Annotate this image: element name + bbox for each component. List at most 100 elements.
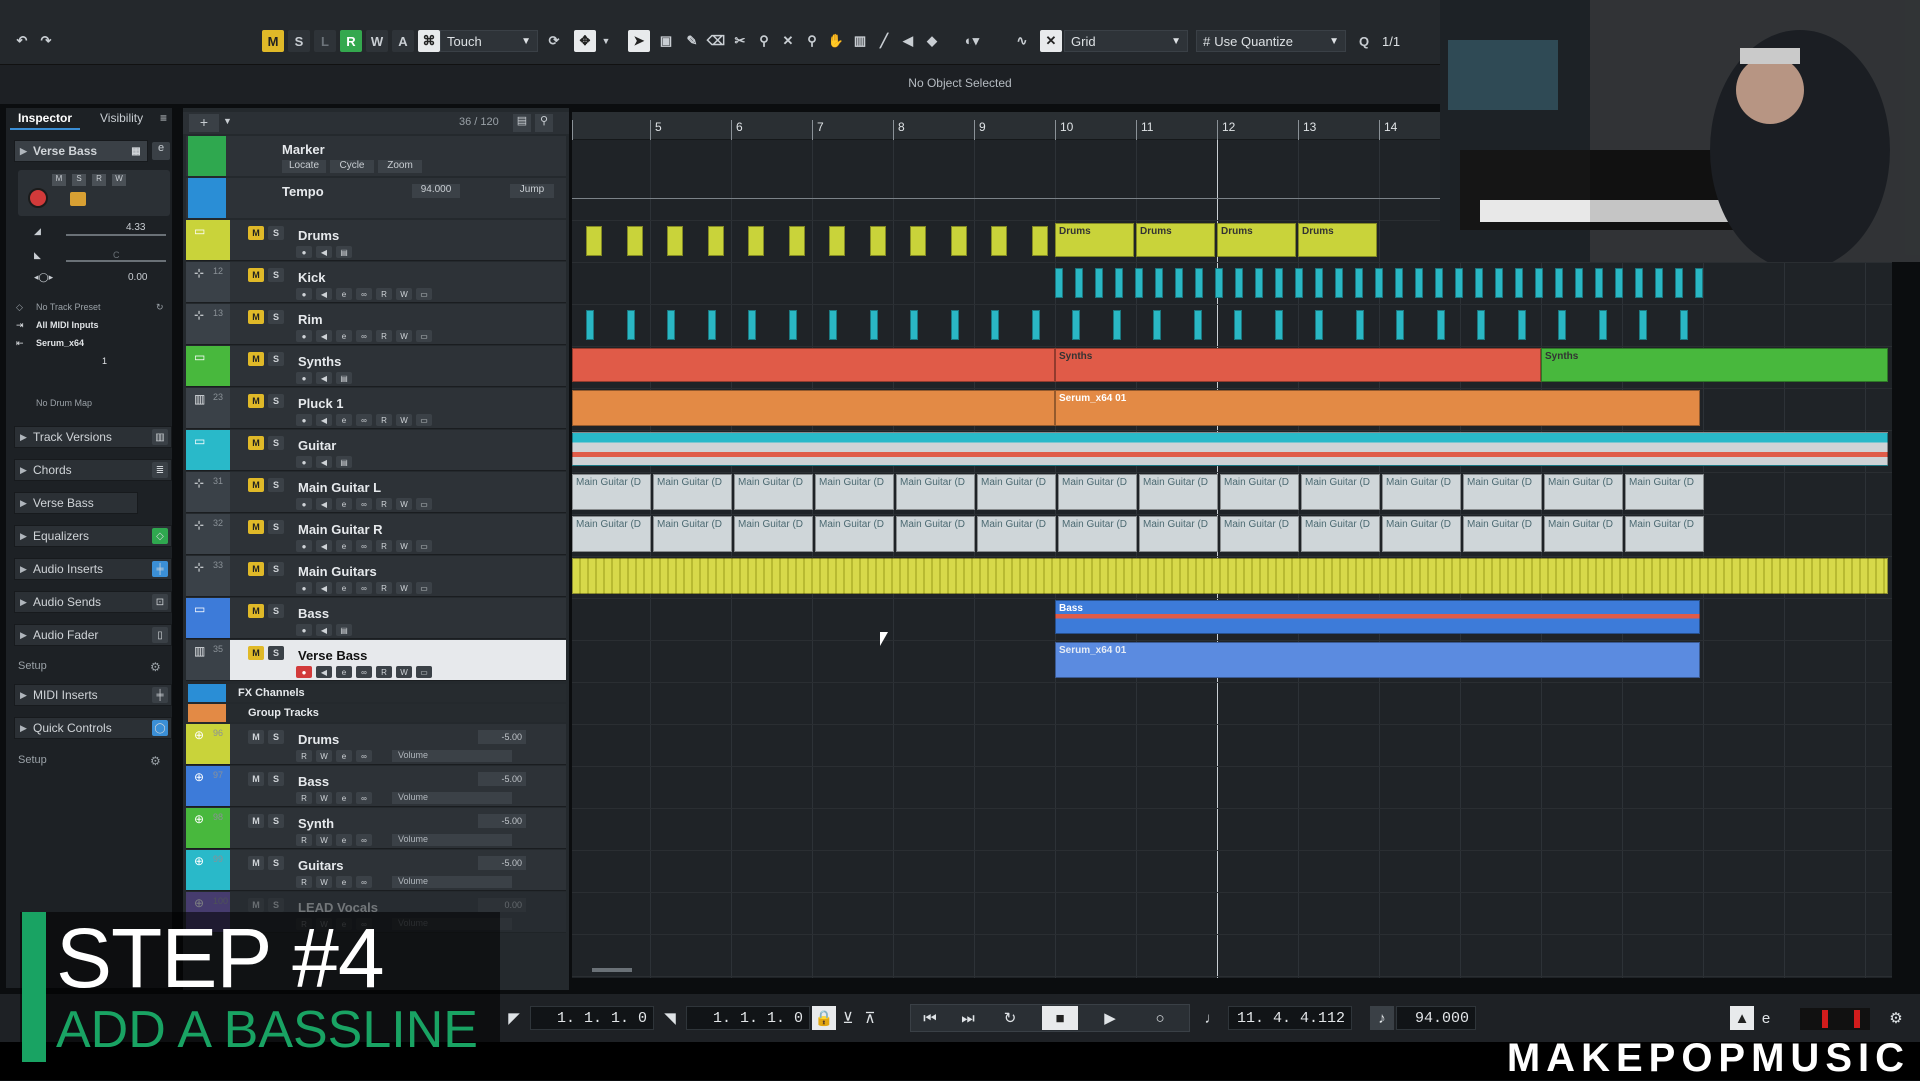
go-to-start-icon[interactable]: ⏮ <box>912 1006 948 1030</box>
link-icon[interactable]: ∞ <box>356 498 372 510</box>
group-track-row[interactable]: ⊕ 97 M S Bass -5.00 R We ∞ Volume <box>186 766 566 807</box>
redo-icon[interactable]: ↷ <box>36 30 56 52</box>
record-enable-button[interactable]: ● <box>296 330 312 342</box>
rim-event[interactable] <box>1153 310 1161 340</box>
write-button[interactable]: W <box>396 582 412 594</box>
monitor-button[interactable]: ◀ <box>316 540 332 552</box>
automation-state-button[interactable]: A <box>392 30 414 52</box>
lanes-icon[interactable]: ▭ <box>416 540 432 552</box>
volume-value[interactable]: -5.00 <box>478 772 526 786</box>
midi-channel[interactable]: 1 <box>102 356 107 366</box>
record-enable-button[interactable]: ● <box>296 540 312 552</box>
solo-button[interactable]: S <box>268 814 284 828</box>
link-icon[interactable]: ∞ <box>356 834 372 846</box>
read-button[interactable]: R <box>92 174 106 186</box>
read-button[interactable]: R <box>376 582 392 594</box>
synth-folder-part[interactable]: Synths <box>1055 348 1541 382</box>
solo-button[interactable]: S <box>268 352 284 366</box>
mute-button[interactable]: M <box>248 856 264 870</box>
solo-button[interactable]: S <box>268 310 284 324</box>
kick-event[interactable] <box>1135 268 1143 298</box>
solo-button[interactable]: S <box>268 604 284 618</box>
rim-event[interactable] <box>1639 310 1647 340</box>
monitor-button[interactable] <box>70 192 86 206</box>
mute-tool-icon[interactable]: ✕ <box>778 30 798 52</box>
write-button[interactable]: W <box>316 792 332 804</box>
left-locator-icon[interactable]: ◤ <box>500 1006 528 1030</box>
solo-button[interactable]: S <box>268 520 284 534</box>
drum-part[interactable]: Drums <box>1055 223 1134 257</box>
mute-button[interactable]: M <box>248 310 264 324</box>
mute-button[interactable]: M <box>248 394 264 408</box>
hand-tool-icon[interactable]: ✋ <box>826 30 846 52</box>
monitor-button[interactable]: ◀ <box>316 330 332 342</box>
edit-icon[interactable]: e <box>336 540 352 552</box>
guitar-part[interactable]: Main Guitar (D <box>1463 516 1542 552</box>
rim-event[interactable] <box>1112 310 1121 340</box>
record-enable-button[interactable]: ● <box>296 372 312 384</box>
solo-button[interactable]: S <box>268 646 284 660</box>
pluck-part[interactable] <box>572 390 1055 426</box>
track-row[interactable]: ▭ M S Synths ● ◀ ▤ <box>186 346 566 387</box>
guitar-part[interactable]: Main Guitar (D <box>1058 474 1137 510</box>
group-track-row[interactable]: ⊕ 99 M S Guitars -5.00 R We ∞ Volume <box>186 850 566 891</box>
tempo-track[interactable]: Tempo 94.000 Jump <box>186 178 566 218</box>
rim-event[interactable] <box>1558 310 1566 340</box>
mute-state-button[interactable]: M <box>262 30 284 52</box>
chevron-down-icon[interactable]: ▼ <box>223 116 232 126</box>
rim-event[interactable] <box>586 310 594 340</box>
automation-param[interactable]: Volume <box>392 750 512 762</box>
snap-type-dropdown[interactable]: Grid ▼ <box>1064 30 1188 52</box>
track-row[interactable]: ⊹ 32 M S Main Guitar R ● ◀ e ∞ R W ▭ <box>186 514 566 555</box>
right-locator-field[interactable]: 1. 1. 1. 0 <box>686 1006 810 1030</box>
edit-icon[interactable]: e <box>336 750 352 762</box>
kick-event[interactable] <box>1335 268 1343 298</box>
rim-event[interactable] <box>626 310 635 340</box>
kick-event[interactable] <box>1535 268 1543 298</box>
lanes-icon[interactable]: ▭ <box>416 498 432 510</box>
solo-button[interactable]: S <box>268 478 284 492</box>
read-button[interactable]: R <box>296 834 312 846</box>
record-enable-button[interactable]: ● <box>296 456 312 468</box>
quantize-dropdown[interactable]: # Use Quantize ▼ <box>1196 30 1346 52</box>
section-audio-fader[interactable]: Audio Fader ▯ <box>14 624 172 646</box>
kick-event[interactable] <box>1615 268 1623 298</box>
precount-icon[interactable]: e <box>1756 1006 1776 1030</box>
guitar-part[interactable]: Main Guitar (D <box>815 474 894 510</box>
horizontal-scrollbar[interactable] <box>592 968 632 972</box>
kick-event[interactable] <box>1295 268 1303 298</box>
refresh-icon[interactable]: ↻ <box>156 302 164 313</box>
rim-event[interactable] <box>1477 310 1485 340</box>
volume-value[interactable]: -5.00 <box>478 856 526 870</box>
track-row[interactable]: ▥ 23 M S Pluck 1 ● ◀ e ∞ R W ▭ <box>186 388 566 429</box>
monitor-button[interactable]: ◀ <box>316 498 332 510</box>
mute-button[interactable]: M <box>248 520 264 534</box>
guitar-part[interactable]: Main Guitar (D <box>1544 516 1623 552</box>
write-button[interactable]: W <box>396 666 412 678</box>
guitar-part[interactable]: Main Guitar (D <box>653 516 732 552</box>
drum-part[interactable] <box>829 226 845 256</box>
edit-icon[interactable]: e <box>336 414 352 426</box>
monitor-button[interactable]: ◀ <box>316 666 332 678</box>
guitar-part[interactable]: Main Guitar (D <box>1382 474 1461 510</box>
gear-icon[interactable]: ⚙ <box>1884 1006 1908 1030</box>
guitar-part[interactable]: Main Guitar (D <box>1625 516 1704 552</box>
drum-part[interactable] <box>991 226 1007 256</box>
link-icon[interactable]: ∞ <box>356 582 372 594</box>
section-equalizers[interactable]: Equalizers ◇ <box>14 525 172 547</box>
rim-event[interactable] <box>829 310 837 340</box>
link-icon[interactable]: ∞ <box>356 330 372 342</box>
write-button[interactable]: W <box>112 174 126 186</box>
drum-part[interactable] <box>1031 226 1048 256</box>
read-button[interactable]: R <box>376 666 392 678</box>
read-button[interactable]: R <box>376 414 392 426</box>
suspend-icon[interactable]: ⟳ <box>544 30 564 52</box>
quantize-preset[interactable]: 1/1 <box>1376 30 1436 52</box>
tempo-value[interactable]: 94.000 <box>412 184 460 198</box>
position-display[interactable]: 11. 4. 4.112 <box>1228 1006 1352 1030</box>
kick-event[interactable] <box>1075 268 1083 298</box>
record-enable-button[interactable]: ● <box>296 246 312 258</box>
guitar-part[interactable]: Main Guitar (D <box>1058 516 1137 552</box>
drum-part[interactable]: Drums <box>1136 223 1215 257</box>
rim-event[interactable] <box>1274 310 1283 340</box>
